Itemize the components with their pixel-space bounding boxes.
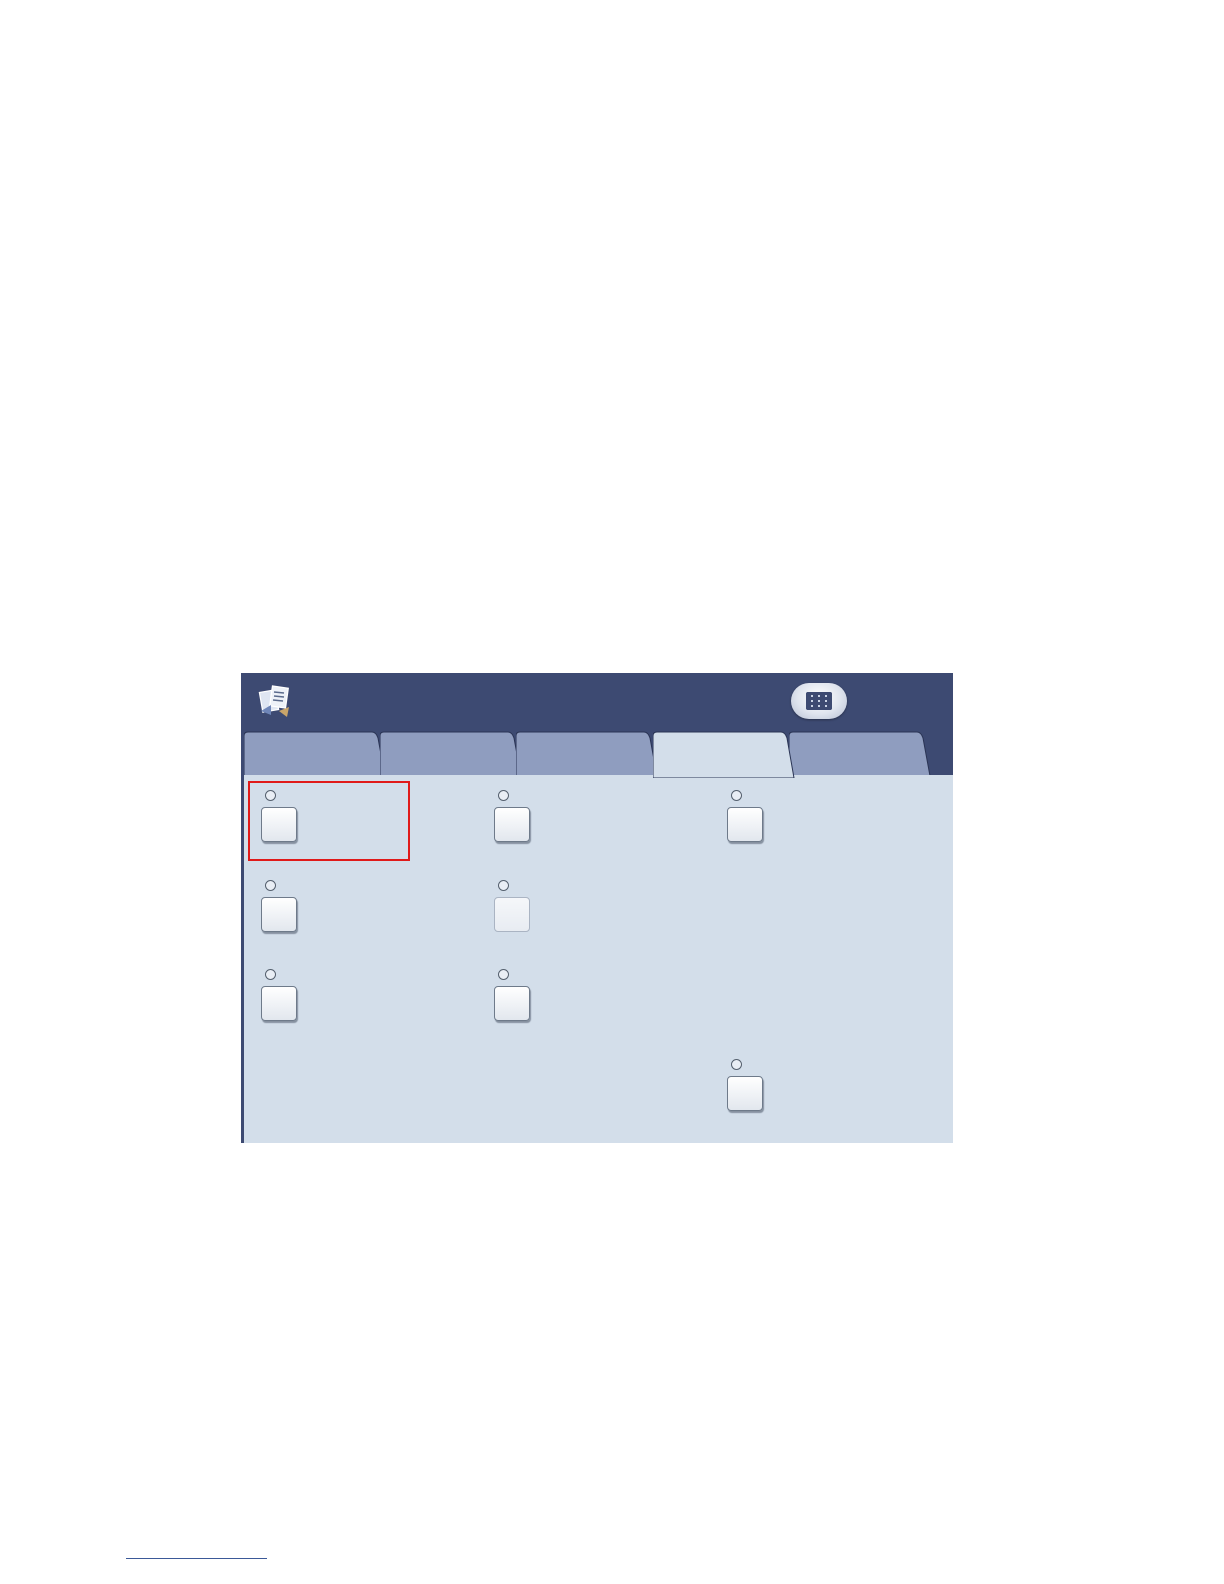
option-6[interactable] [251, 958, 411, 1038]
option-8[interactable] [717, 1048, 877, 1128]
option-5 [484, 869, 644, 949]
option-button[interactable] [261, 986, 297, 1021]
copy-app-icon[interactable] [255, 681, 295, 719]
option-indicator [731, 790, 742, 801]
option-indicator [731, 1059, 742, 1070]
option-indicator [498, 790, 509, 801]
option-button[interactable] [261, 897, 297, 932]
keypad-button[interactable] [791, 683, 847, 719]
option-button[interactable] [727, 1076, 763, 1111]
footnote-separator [126, 1558, 267, 1559]
keypad-icon [806, 692, 832, 710]
option-2[interactable] [484, 779, 644, 859]
tab-1[interactable] [244, 730, 386, 776]
option-3[interactable] [717, 779, 877, 859]
tab-5[interactable] [789, 730, 931, 776]
option-indicator [265, 969, 276, 980]
option-button [494, 897, 530, 932]
option-indicator [498, 969, 509, 980]
option-button[interactable] [727, 807, 763, 842]
option-button[interactable] [494, 807, 530, 842]
header-bar [241, 673, 953, 731]
option-button[interactable] [494, 986, 530, 1021]
tab-bar [241, 730, 953, 778]
device-touch-screen [241, 673, 953, 1143]
tab-3[interactable] [516, 730, 658, 776]
option-4[interactable] [251, 869, 411, 949]
option-7[interactable] [484, 958, 644, 1038]
highlight-callout [248, 781, 410, 861]
tab-4[interactable] [653, 730, 795, 778]
option-indicator [498, 880, 509, 891]
option-indicator [265, 880, 276, 891]
tab-2[interactable] [380, 730, 522, 776]
